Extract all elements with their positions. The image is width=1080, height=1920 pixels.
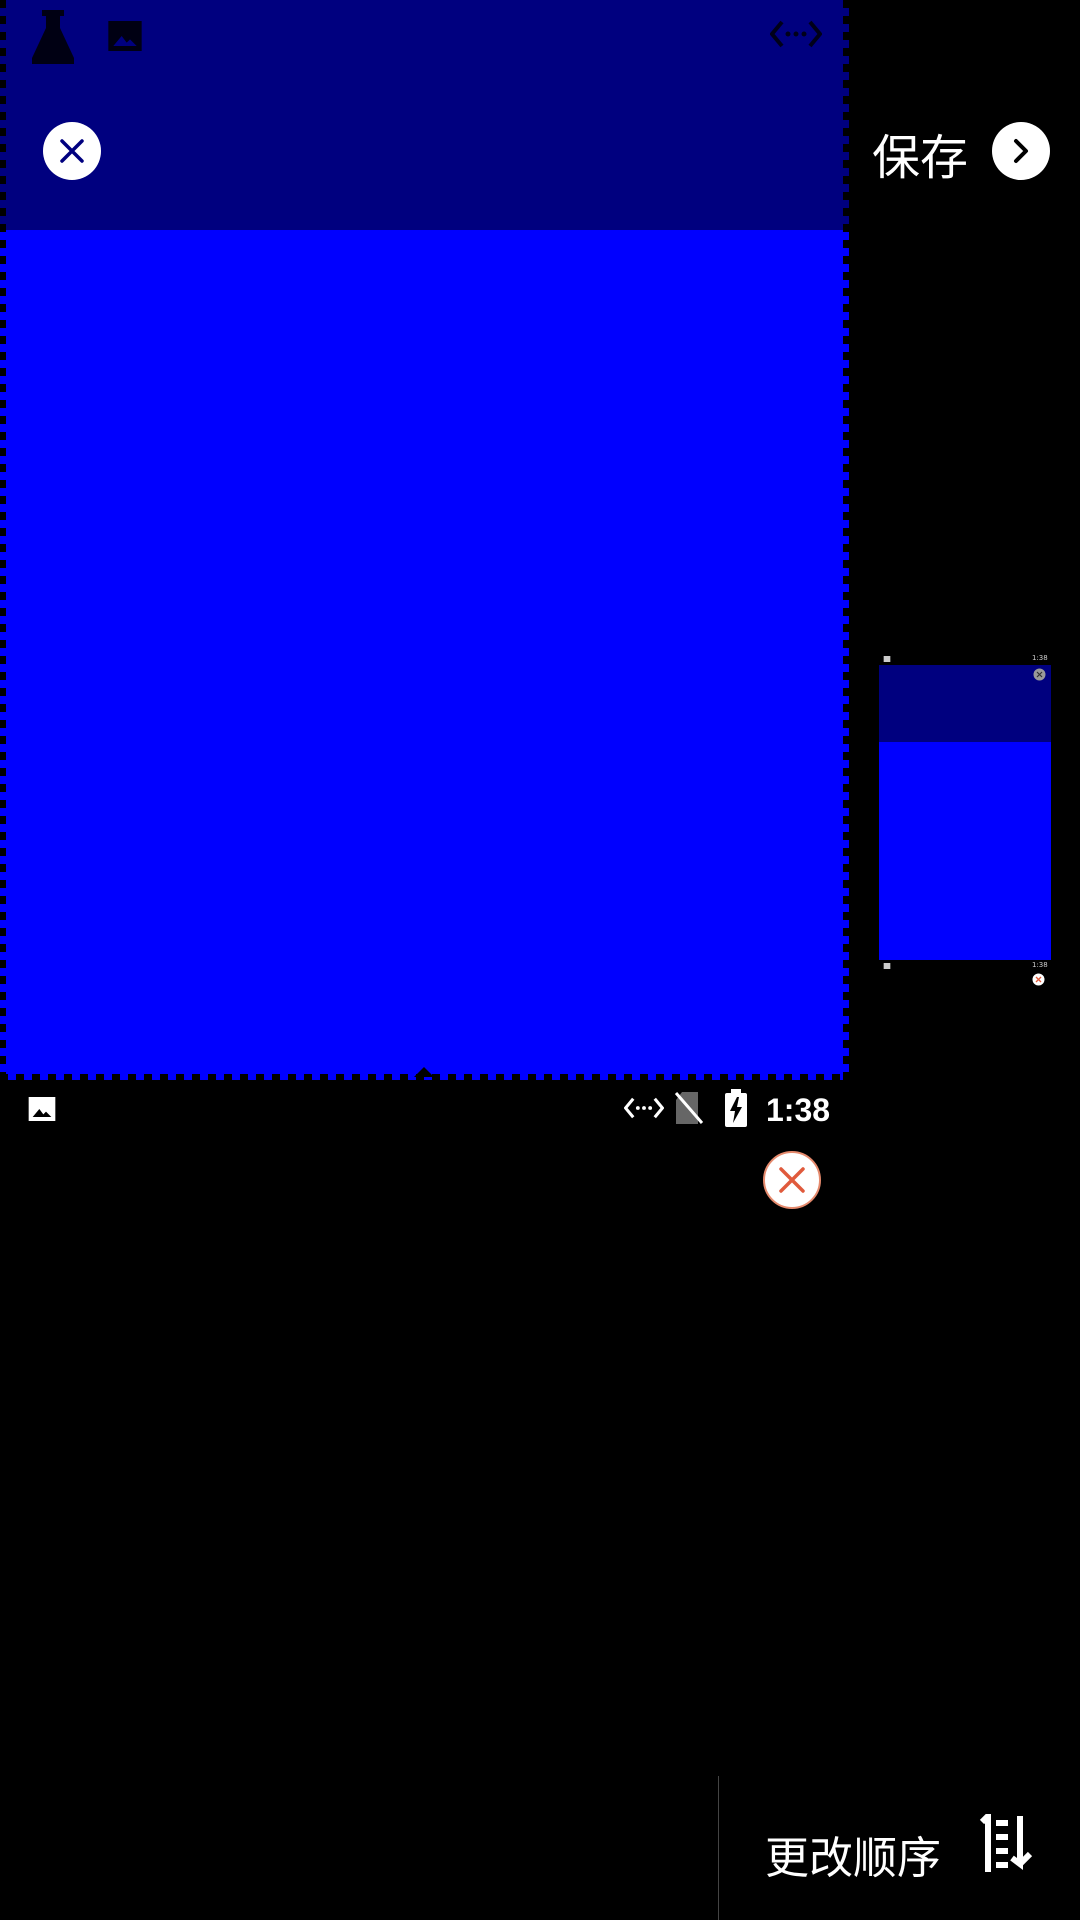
bottom-divider: [718, 1776, 719, 1920]
capture-content-region: [0, 230, 849, 1080]
battery-charging-icon: [725, 1089, 747, 1127]
thumbnail-time-top: 1:38: [1032, 654, 1048, 662]
code-icon: [624, 1097, 664, 1119]
close-icon: [1032, 973, 1045, 986]
status-bar: [0, 1085, 849, 1133]
status-time: 1:38: [766, 1092, 831, 1128]
close-icon: [779, 1167, 805, 1193]
reorder-icon[interactable]: [974, 1814, 1038, 1874]
image-icon: [28, 1097, 56, 1121]
screenshot-capture-area[interactable]: [0, 0, 849, 1080]
save-button[interactable]: [992, 122, 1050, 180]
image-icon: [108, 21, 142, 51]
no-sim-icon: [674, 1092, 704, 1124]
preview-thumbnail[interactable]: 1:38 1:38: [879, 654, 1051, 989]
crop-border-left: [0, 0, 6, 1080]
image-icon: [883, 963, 891, 969]
discard-button[interactable]: [43, 122, 101, 180]
thumbnail-content: [879, 742, 1051, 960]
close-floating-button[interactable]: [763, 1151, 821, 1209]
crop-border-right[interactable]: [843, 0, 849, 1080]
reorder-label[interactable]: 更改顺序: [765, 1822, 941, 1886]
save-label[interactable]: 保存: [872, 118, 968, 188]
screen: 保存 1:38 1:38 1:38 更改顺序: [0, 0, 1080, 1920]
thumbnail-time-bottom: 1:38: [1032, 961, 1048, 969]
image-icon: [883, 656, 891, 662]
crop-drag-handle[interactable]: [414, 1067, 434, 1077]
lab-flask-icon: [32, 10, 74, 64]
thumbnail-header: [879, 665, 1051, 742]
close-icon: [1033, 668, 1046, 681]
close-icon: [60, 139, 84, 163]
code-icon: [770, 20, 822, 48]
chevron-right-icon: [1014, 139, 1028, 163]
